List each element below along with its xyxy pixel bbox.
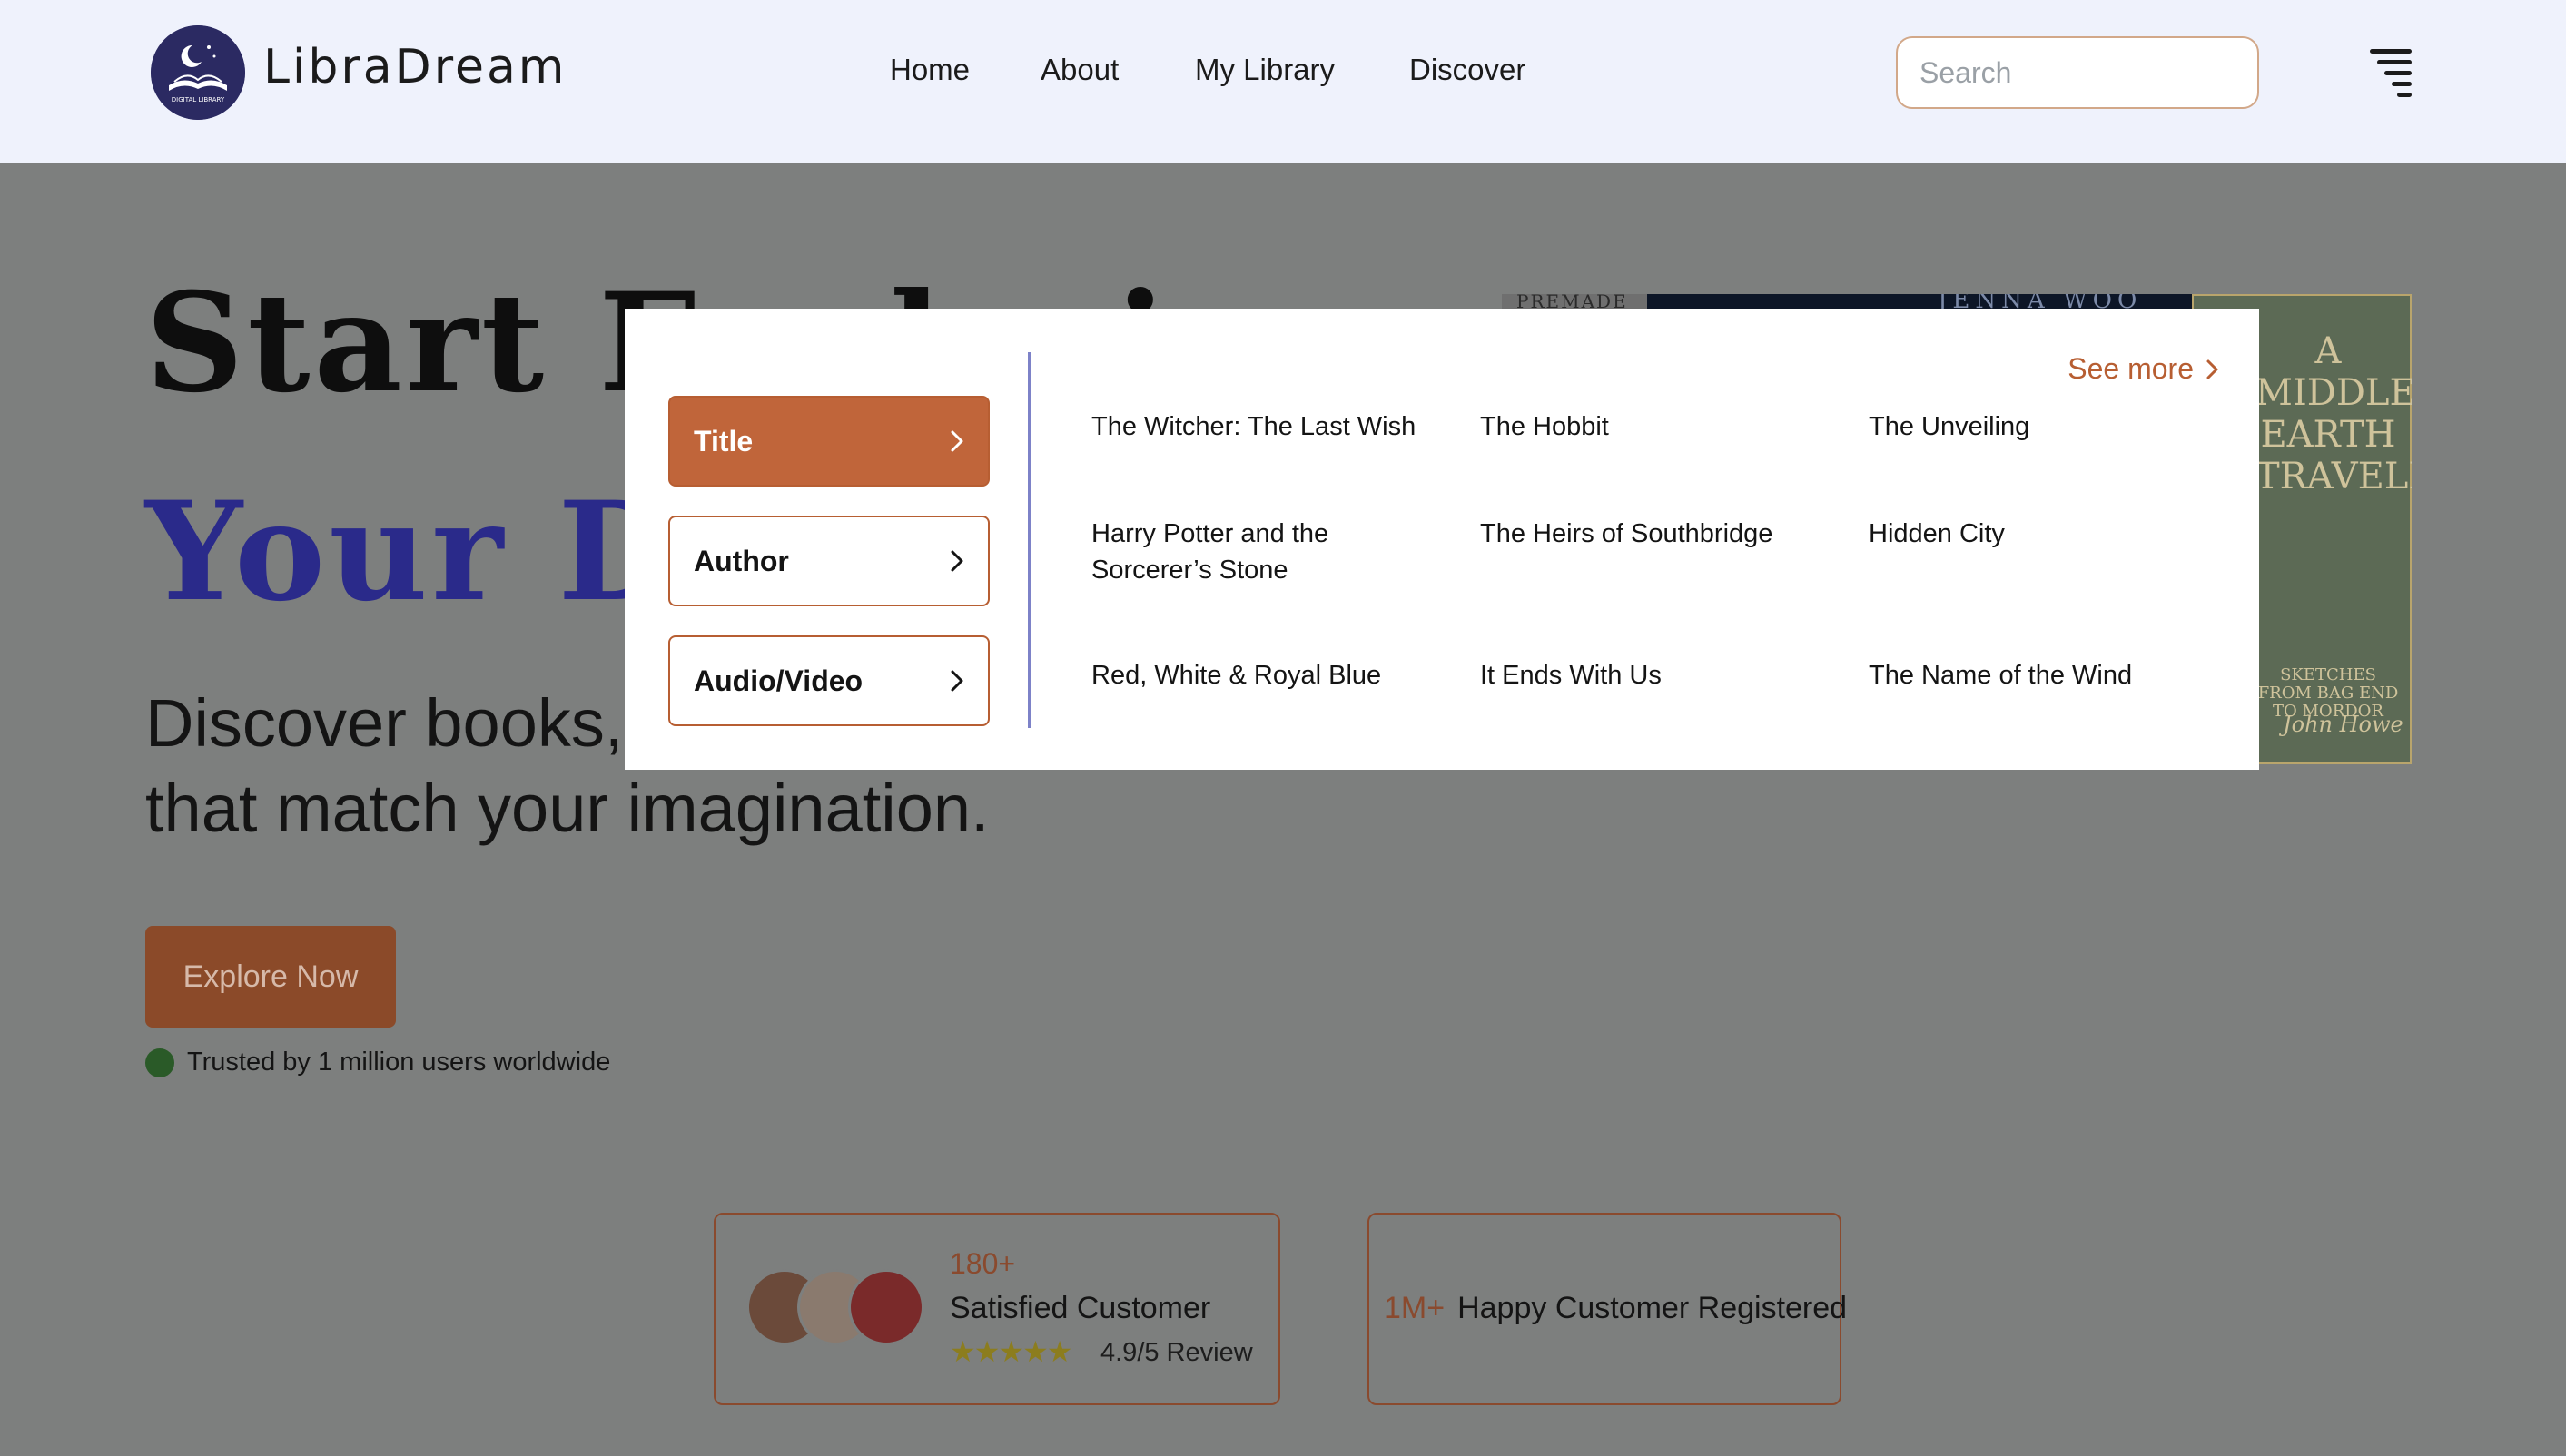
- registered-label: Happy Customer Registered: [1457, 1291, 1848, 1325]
- explore-now-button[interactable]: Explore Now: [145, 926, 396, 1028]
- see-more-label: See more: [2068, 352, 2194, 385]
- book-cover-3-author: John Howe: [2283, 712, 2403, 737]
- list-item[interactable]: Hidden City: [1869, 516, 2214, 552]
- list-item[interactable]: The Heirs of Southbridge: [1480, 516, 1825, 552]
- satisfied-label: Satisfied Customer: [950, 1291, 1211, 1325]
- avatar-group: [746, 1269, 924, 1345]
- discover-dropdown-panel: Title Author Audio/Video See more The Wi…: [625, 309, 2259, 770]
- see-more-link[interactable]: See more: [2068, 352, 2221, 386]
- list-item[interactable]: The Witcher: The Last Wish: [1091, 408, 1436, 445]
- registered-text: 1M+ Happy Customer Registered: [1384, 1291, 1847, 1326]
- list-item[interactable]: The Name of the Wind: [1869, 657, 2214, 694]
- chevron-right-icon: [951, 550, 963, 572]
- category-label: Audio/Video: [694, 664, 864, 697]
- chevron-right-icon: [951, 430, 963, 452]
- hero-subtitle-line2: that match your imagination.: [145, 771, 990, 846]
- logo[interactable]: DIGITAL LIBRARY: [151, 25, 245, 120]
- list-item[interactable]: Red, White & Royal Blue: [1091, 657, 1436, 694]
- status-dot-icon: [145, 1048, 174, 1077]
- trusted-text: Trusted by 1 million users worldwide: [187, 1048, 611, 1077]
- category-label: Title: [694, 424, 754, 457]
- category-title-button[interactable]: Title: [668, 396, 990, 487]
- list-item[interactable]: It Ends With Us: [1480, 657, 1825, 694]
- satisfied-customer-card: 180+ Satisfied Customer ★★★★★ 4.9/5 Revi…: [714, 1213, 1280, 1405]
- list-item[interactable]: Harry Potter and the Sorcerer’s Stone: [1091, 516, 1364, 588]
- nav-about[interactable]: About: [1041, 53, 1119, 87]
- registered-customer-card: 1M+ Happy Customer Registered: [1367, 1213, 1847, 1405]
- registered-count: 1M+: [1384, 1291, 1446, 1325]
- trusted-note: Trusted by 1 million users worldwide: [145, 1048, 610, 1077]
- book-moon-icon: DIGITAL LIBRARY: [151, 25, 245, 120]
- category-author-button[interactable]: Author: [668, 516, 990, 606]
- satisfied-count: 180+: [950, 1247, 1016, 1280]
- header: DIGITAL LIBRARY LibraDream Home About My…: [0, 0, 2566, 163]
- svg-text:DIGITAL LIBRARY: DIGITAL LIBRARY: [172, 96, 225, 103]
- chevron-right-icon: [951, 670, 963, 692]
- list-item[interactable]: The Unveiling: [1869, 408, 2214, 445]
- star-rating-icon: ★★★★★: [950, 1335, 1072, 1368]
- avatar: [848, 1269, 924, 1345]
- search-input[interactable]: [1896, 36, 2259, 109]
- list-item[interactable]: The Hobbit: [1480, 408, 1825, 445]
- nav-my-library[interactable]: My Library: [1195, 53, 1335, 87]
- nav-home[interactable]: Home: [890, 53, 970, 87]
- category-audio-video-button[interactable]: Audio/Video: [668, 635, 990, 726]
- panel-divider: [1028, 352, 1031, 728]
- chevron-right-icon: [2206, 359, 2218, 379]
- nav-discover[interactable]: Discover: [1409, 53, 1525, 87]
- menu-icon[interactable]: [2368, 45, 2412, 100]
- brand-name[interactable]: LibraDream: [263, 40, 567, 94]
- review-score: 4.9/5 Review: [1100, 1338, 1253, 1367]
- book-cover-3-title: A MIDDLE-EARTH TRAVELLER: [2255, 330, 2412, 497]
- category-label: Author: [694, 544, 789, 577]
